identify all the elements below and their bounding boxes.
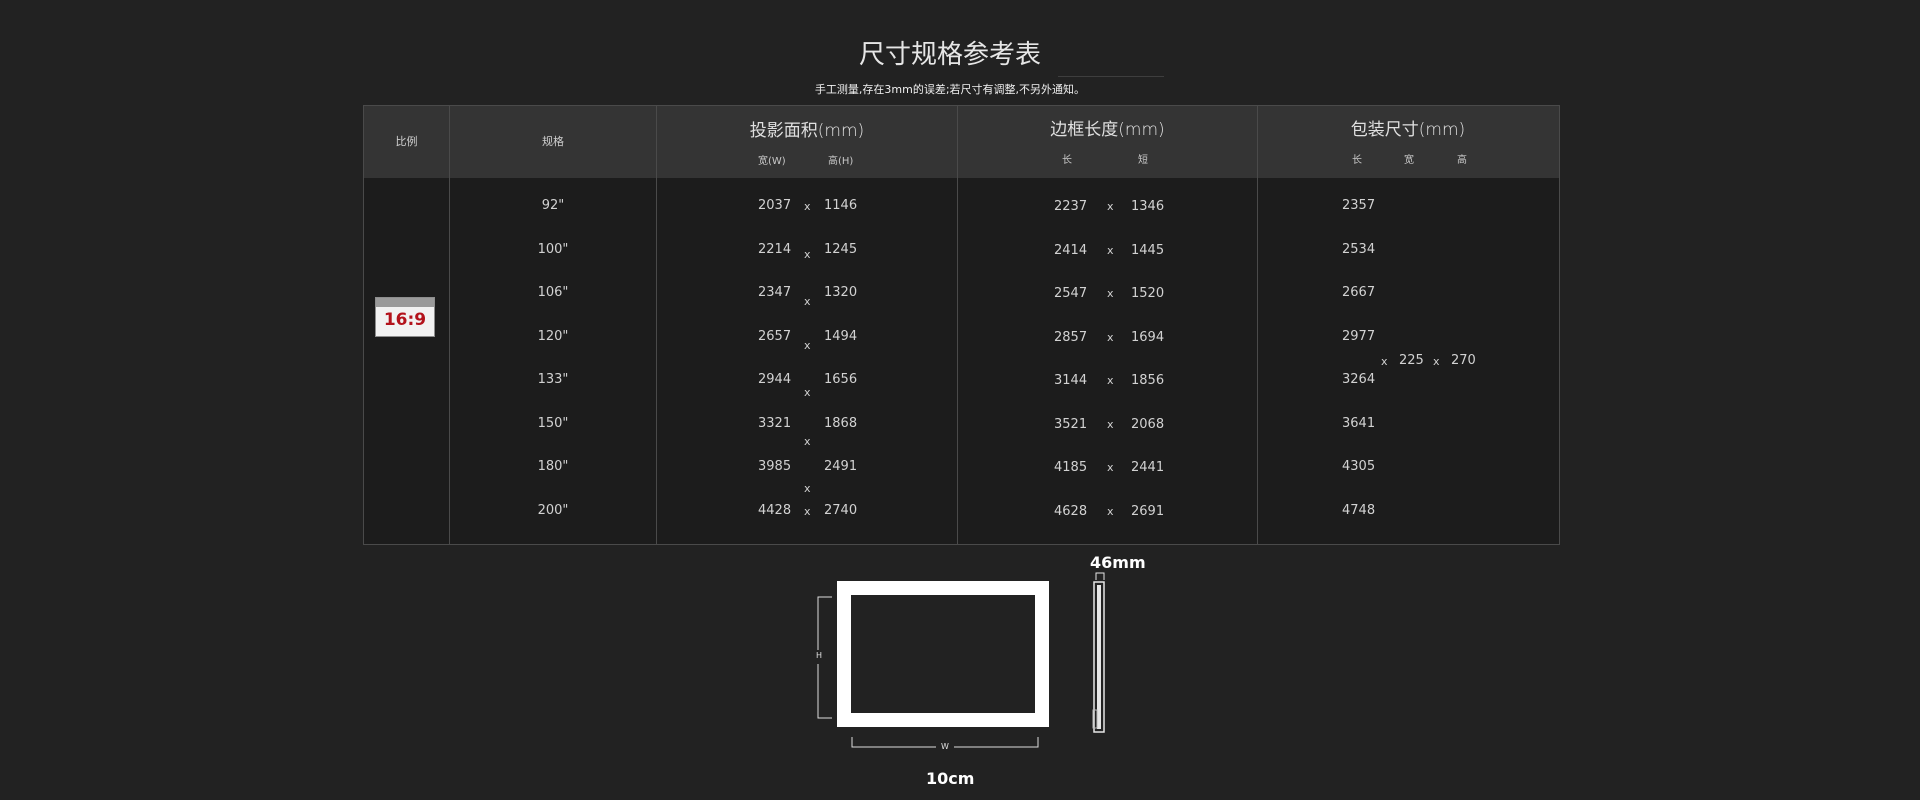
depth-dimension-label: 46mm [1090,553,1146,572]
frame-side-profile-inner [1097,585,1101,729]
width-label: W [941,742,949,751]
frame-outline [837,581,1049,727]
depth-bracket [1095,572,1105,580]
height-label: H [815,651,822,660]
frame-drawing [814,572,1105,754]
dimension-diagram: H W 46mm 10cm [0,0,1920,800]
border-dimension-label: 10cm [926,769,975,788]
